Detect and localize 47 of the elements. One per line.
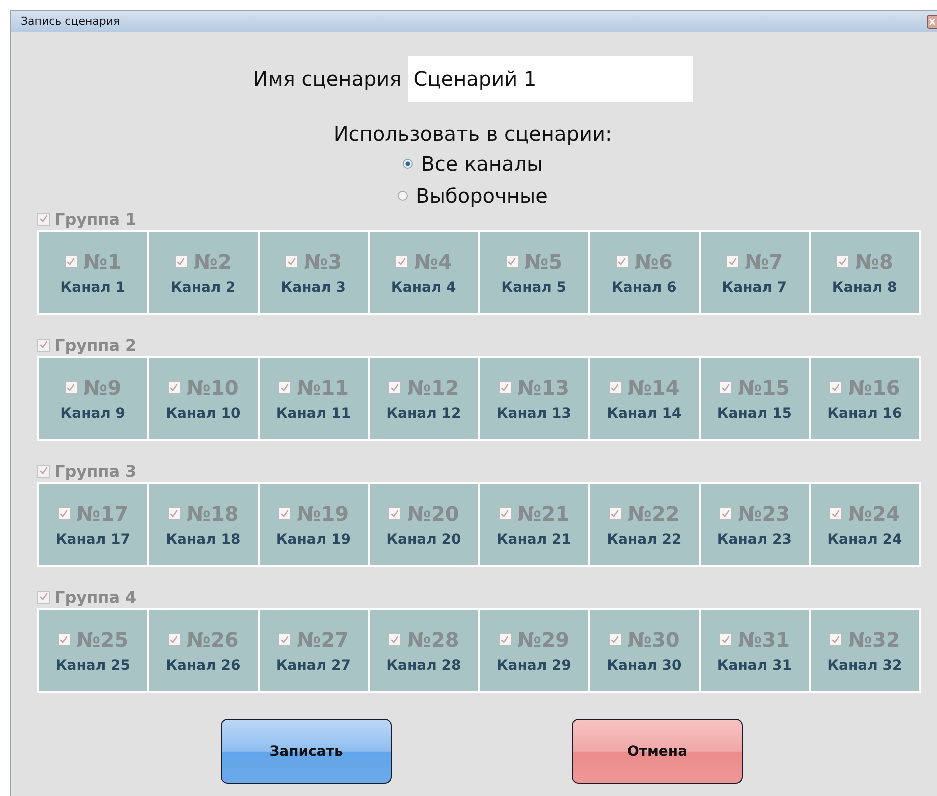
group-label: Группа 3 (55, 462, 137, 480)
channel-name: Канал 27 (276, 658, 351, 674)
channel-name: Канал 12 (386, 406, 462, 422)
channel-name: Канал 31 (717, 658, 792, 674)
channel-name: Канал 7 (722, 280, 788, 296)
channel-name: Канал 4 (391, 280, 456, 296)
group-label: Группа 1 (55, 210, 137, 228)
group-label: Группа 2 (55, 336, 137, 354)
channel-name: Канал 30 (607, 658, 682, 674)
channel-name: Канал 28 (386, 658, 462, 674)
channel-name: Канал 10 (166, 406, 241, 422)
channel-name: Канал 19 (276, 532, 351, 548)
channel-name: Канал 8 (832, 280, 898, 296)
group-label: Группа 4 (55, 588, 137, 606)
cancel-button[interactable]: Отмена (572, 719, 743, 784)
channel-name: Канал 32 (828, 658, 902, 674)
use-label: Использовать в сценарии: (332, 122, 614, 146)
channel-name: Канал 24 (828, 532, 902, 548)
close-icon[interactable] (927, 14, 937, 28)
radio-option[interactable]: Все каналы (403, 148, 543, 180)
channel-name: Канал 14 (607, 406, 682, 422)
channel-name: Канал 3 (281, 280, 346, 296)
channel-name: Канал 16 (828, 406, 902, 422)
channel-name: Канал 20 (386, 532, 462, 548)
channel-name: Канал 26 (166, 658, 241, 674)
channel-name: Канал 17 (56, 532, 130, 548)
channel-name: Канал 29 (496, 658, 572, 674)
channel-name: Канал 23 (717, 532, 792, 548)
channel-name: Канал 15 (717, 406, 792, 422)
radio-option[interactable]: Выборочные (398, 180, 548, 212)
channel-name: Канал 1 (60, 280, 126, 296)
channel-name: Канал 18 (166, 532, 241, 548)
channel-name: Канал 22 (607, 532, 682, 548)
channel-name: Канал 11 (276, 406, 351, 422)
channel-name: Канал 25 (56, 658, 130, 674)
channel-name: Канал 21 (496, 532, 572, 548)
radio-button[interactable] (403, 159, 414, 169)
channel-name: Канал 6 (612, 280, 677, 296)
name-field[interactable]: Сценарий 1 (408, 56, 693, 102)
radio-button[interactable] (398, 191, 408, 201)
window-title: Запись сценария (21, 15, 120, 28)
name-label: Имя сценария (253, 67, 402, 91)
channel-name: Канал 5 (502, 280, 567, 296)
channel-name: Канал 13 (496, 406, 572, 422)
channel-name: Канал 2 (170, 280, 236, 296)
confirm-button[interactable]: Записать (221, 719, 392, 784)
channel-name: Канал 9 (60, 406, 126, 422)
